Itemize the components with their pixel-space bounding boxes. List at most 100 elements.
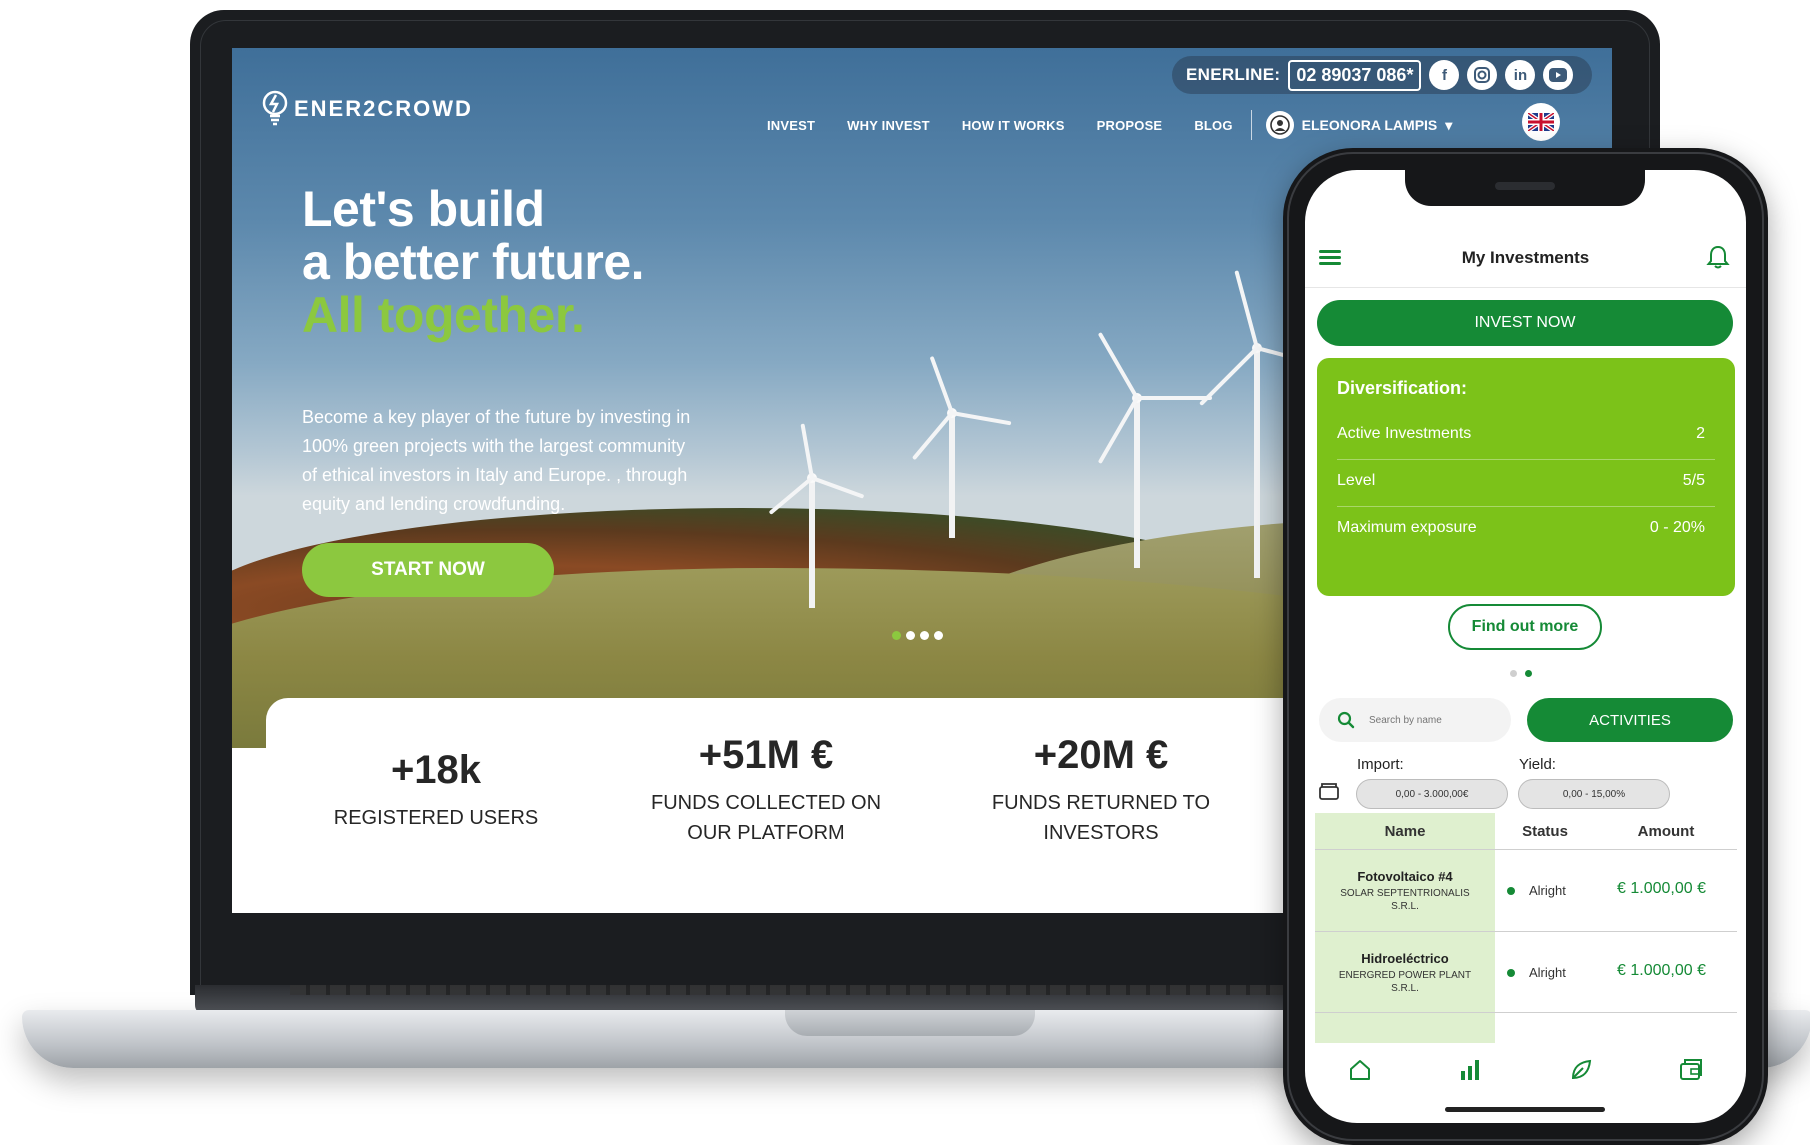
- mobile-screen: My Investments INVEST NOW Diversificatio…: [1305, 170, 1746, 1123]
- linkedin-icon[interactable]: in: [1505, 60, 1536, 90]
- nav-how-it-works[interactable]: HOW IT WORKS: [962, 118, 1065, 133]
- hero-line-2: a better future.: [302, 234, 645, 290]
- diversification-card: Diversification: Active Investments 2 Le…: [1317, 358, 1735, 596]
- chevron-down-icon: ▾: [1445, 116, 1453, 133]
- hamburger-menu-icon[interactable]: [1319, 250, 1341, 266]
- investment-name: Hidroeléctrico: [1361, 951, 1449, 966]
- main-nav: INVEST WHY INVEST HOW IT WORKS PROPOSE B…: [767, 110, 1452, 140]
- diversification-row: Active Investments 2: [1337, 413, 1715, 460]
- nav-why-invest[interactable]: WHY INVEST: [847, 118, 930, 133]
- leaf-icon: [1571, 1059, 1591, 1080]
- wind-turbine: [768, 423, 865, 608]
- language-flag-uk-icon[interactable]: [1522, 103, 1560, 141]
- status-dot-icon: [1507, 886, 1515, 895]
- row-value: 0 - 20%: [1649, 519, 1705, 536]
- carousel-dots: [892, 631, 943, 640]
- user-name: ELEONORA LAMPIS: [1301, 117, 1438, 133]
- carousel-dot[interactable]: [1510, 670, 1517, 677]
- diversification-row: Level 5/5: [1337, 460, 1715, 507]
- status-text: Alright: [1529, 883, 1566, 898]
- column-header-status: Status: [1522, 822, 1568, 840]
- phone-frame: My Investments INVEST NOW Diversificatio…: [1283, 148, 1768, 1145]
- hero-subtext: Become a key player of the future by inv…: [302, 407, 691, 514]
- activities-button[interactable]: ACTIVITIES: [1527, 698, 1733, 742]
- table-row[interactable]: Fotovoltaico #4 SOLAR SEPTENTRIONALIS S.…: [1315, 849, 1737, 931]
- invest-now-button[interactable]: INVEST NOW: [1317, 300, 1733, 346]
- instagram-icon[interactable]: [1467, 60, 1498, 90]
- investment-name: Fotovoltaico #4: [1357, 869, 1453, 884]
- wind-turbine: [1097, 332, 1212, 568]
- stat-label: FUNDS COLLECTED ON OUR PLATFORM: [650, 792, 882, 844]
- nav-divider: [1250, 110, 1252, 140]
- nav-blog[interactable]: BLOG: [1194, 118, 1232, 133]
- import-range-filter[interactable]: 0,00 - 3.000,00€: [1356, 779, 1508, 809]
- stat-funds-returned: +20M € FUNDS RETURNED TO INVESTORS: [986, 733, 1216, 848]
- tab-investments[interactable]: [1450, 1050, 1490, 1090]
- row-value: 5/5: [1682, 472, 1705, 489]
- row-name-cell: Fotovoltaico #4 SOLAR SEPTENTRIONALIS S.…: [1315, 850, 1495, 932]
- import-filter-label: Import:: [1357, 756, 1404, 773]
- page-title: My Investments: [1461, 247, 1590, 267]
- bell-icon[interactable]: [1706, 244, 1730, 270]
- row-amount: € 1.000,00 €: [1617, 880, 1706, 897]
- laptop-opening-notch: [785, 1010, 1035, 1036]
- stat-value: +20M €: [1033, 733, 1169, 777]
- column-header-amount: Amount: [1637, 822, 1695, 840]
- stat-value: +51M €: [698, 733, 834, 777]
- home-icon: [1350, 1060, 1371, 1080]
- tab-wallet[interactable]: [1671, 1050, 1711, 1090]
- carousel-dot[interactable]: [1525, 670, 1532, 677]
- hero-headline: Let's build a better future. All togethe…: [302, 181, 645, 343]
- find-out-more-button[interactable]: Find out more: [1448, 604, 1602, 650]
- stat-funds-collected: +51M € FUNDS COLLECTED ON OUR PLATFORM: [631, 733, 901, 848]
- carousel-dot[interactable]: [892, 631, 901, 640]
- user-menu[interactable]: ELEONORA LAMPIS ▾: [1265, 111, 1453, 139]
- site-logo[interactable]: ENER2CROWD: [262, 90, 473, 128]
- carousel-dot[interactable]: [906, 631, 915, 640]
- laptop-keyboard: [290, 985, 1290, 995]
- yield-filter-label: Yield:: [1519, 756, 1556, 773]
- user-avatar-icon: [1265, 111, 1294, 139]
- facebook-icon[interactable]: f: [1429, 60, 1460, 90]
- investment-company: ENERGRED POWER PLANT S.R.L.: [1338, 970, 1472, 994]
- youtube-icon[interactable]: [1543, 60, 1574, 90]
- carousel-dot[interactable]: [920, 631, 929, 640]
- wind-turbine: [1199, 270, 1335, 578]
- row-name-cell: Hidroeléctrico ENERGRED POWER PLANT S.R.…: [1315, 932, 1495, 1014]
- hero-line-1: Let's build: [302, 181, 545, 237]
- stat-registered-users: +18k REGISTERED USERS: [296, 748, 576, 833]
- investment-company: SOLAR SEPTENTRIONALIS S.R.L.: [1340, 888, 1470, 912]
- nav-invest[interactable]: INVEST: [767, 118, 815, 133]
- diversification-title: Diversification:: [1337, 378, 1468, 398]
- diversification-row: Maximum exposure 0 - 20%: [1337, 507, 1715, 553]
- logo-text: ENER2CROWD: [294, 96, 473, 121]
- search-box: [1319, 698, 1511, 742]
- stat-label: FUNDS RETURNED TO INVESTORS: [991, 792, 1211, 844]
- phone-notch: [1405, 170, 1645, 206]
- card-carousel-dots: [1510, 670, 1532, 677]
- enerline-phone-link[interactable]: 02 89037 086*: [1288, 59, 1422, 91]
- row-label: Level: [1337, 472, 1376, 489]
- status-dot-icon: [1507, 968, 1515, 977]
- contact-bar: ENERLINE: 02 89037 086* f in: [1172, 56, 1592, 94]
- hero-line-3: All together.: [302, 287, 585, 343]
- row-value: 2: [1696, 425, 1705, 442]
- search-input[interactable]: [1367, 713, 1497, 727]
- wind-turbine: [911, 355, 1012, 538]
- row-label: Active Investments: [1337, 425, 1472, 442]
- stat-value: +18k: [390, 748, 482, 792]
- table-row[interactable]: Hidroeléctrico ENERGRED POWER PLANT S.R.…: [1315, 931, 1737, 1013]
- yield-range-filter[interactable]: 0,00 - 15,00%: [1518, 779, 1670, 809]
- carousel-dot[interactable]: [934, 631, 943, 640]
- status-text: Alright: [1529, 965, 1566, 980]
- start-now-button[interactable]: START NOW: [302, 543, 554, 597]
- home-indicator: [1445, 1107, 1605, 1112]
- row-amount: € 1.000,00 €: [1617, 962, 1706, 979]
- tab-sustainability[interactable]: [1561, 1050, 1601, 1090]
- tab-home[interactable]: [1340, 1050, 1380, 1090]
- search-icon: [1337, 711, 1355, 729]
- row-label: Maximum exposure: [1337, 519, 1477, 536]
- enerline-label: ENERLINE:: [1186, 65, 1281, 84]
- nav-propose[interactable]: PROPOSE: [1097, 118, 1163, 133]
- wallet-icon[interactable]: [1319, 782, 1339, 800]
